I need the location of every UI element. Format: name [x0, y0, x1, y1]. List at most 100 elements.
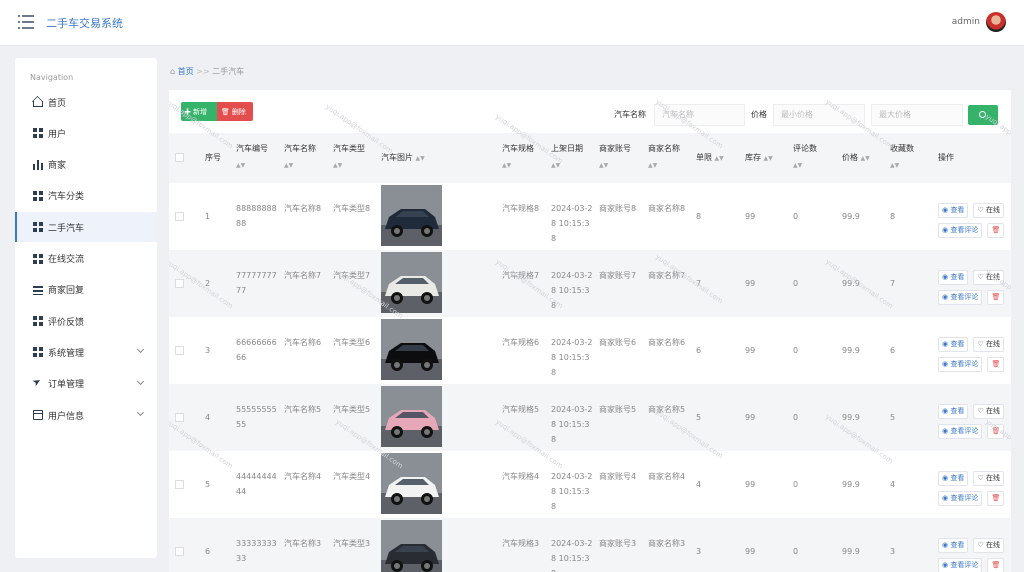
sidebar-item-10[interactable]: 用户信息: [15, 400, 157, 430]
col-type[interactable]: 汽车类型 ▲▼: [333, 141, 373, 174]
online-chat-button[interactable]: ♡ 在线: [973, 203, 1004, 218]
username[interactable]: admin: [952, 17, 980, 27]
row-checkbox[interactable]: [175, 480, 184, 489]
car-image[interactable]: [381, 520, 442, 572]
col-merchant[interactable]: 商家名称 ▲▼: [648, 141, 688, 174]
car-image[interactable]: [381, 386, 442, 447]
cell-account: 商家账号8: [599, 204, 637, 213]
col-image[interactable]: 汽车图片 ▲▼: [381, 150, 425, 167]
col-spec[interactable]: 汽车规格 ▲▼: [502, 141, 542, 174]
online-chat-button[interactable]: ♡ 在线: [973, 404, 1004, 419]
sidebar-item-6[interactable]: 商家回复: [15, 275, 157, 305]
view-comments-button[interactable]: ◉ 查看评论: [938, 558, 983, 572]
view-button[interactable]: ◉ 查看: [938, 538, 969, 553]
row-actions-2: ◉ 查看评论 🗑: [938, 552, 1005, 572]
view-comments-button[interactable]: ◉ 查看评论: [938, 223, 983, 238]
col-account[interactable]: 商家账号 ▲▼: [599, 141, 639, 174]
cell-seq: 3: [205, 346, 211, 355]
cell-account: 商家账号5: [599, 405, 637, 414]
add-button[interactable]: ✚ 新增: [181, 102, 217, 121]
delete-row-button[interactable]: 🗑: [987, 491, 1005, 506]
sidebar-item-0[interactable]: 首页: [15, 87, 157, 117]
car-image[interactable]: [381, 453, 442, 514]
sidebar-item-label: 商家回复: [48, 286, 85, 297]
row-checkbox[interactable]: [175, 279, 184, 288]
col-stock[interactable]: 库存 ▲▼: [745, 150, 773, 167]
col-comments[interactable]: 评论数 ▲▼: [793, 141, 833, 174]
row-checkbox[interactable]: [175, 413, 184, 422]
view-comments-button[interactable]: ◉ 查看评论: [938, 357, 983, 372]
cell-type: 汽车类型8: [333, 204, 371, 213]
cell-stock: 99: [745, 480, 756, 489]
online-chat-button[interactable]: ♡ 在线: [973, 471, 1004, 486]
cell-stock: 99: [745, 279, 756, 288]
col-fav[interactable]: 收藏数 ▲▼: [890, 141, 930, 174]
avatar[interactable]: [986, 12, 1006, 32]
col-name-label: 汽车名称: [284, 144, 316, 153]
view-comments-button[interactable]: ◉ 查看评论: [938, 491, 983, 506]
cell-fav: 8: [890, 212, 896, 221]
delete-row-button[interactable]: 🗑: [987, 290, 1005, 305]
col-code[interactable]: 汽车编号 ▲▼: [236, 141, 276, 174]
col-price[interactable]: 价格 ▲▼: [842, 150, 870, 167]
delete-row-button[interactable]: 🗑: [987, 424, 1005, 439]
sidebar-item-3[interactable]: 汽车分类: [15, 181, 157, 211]
sidebar-item-5[interactable]: 在线交流: [15, 244, 157, 274]
menu-toggle-icon[interactable]: [18, 15, 34, 29]
cell-code: 4444444444: [236, 472, 277, 496]
view-comments-button[interactable]: ◉ 查看评论: [938, 424, 983, 439]
cell-spec: 汽车规格4: [502, 472, 540, 481]
cell-code: 8888888888: [236, 204, 277, 228]
cell-unit: 7: [696, 279, 702, 288]
cell-stock: 99: [745, 547, 756, 556]
chevron-down-icon[interactable]: [136, 408, 145, 417]
search-button[interactable]: [968, 105, 998, 125]
delete-row-button[interactable]: 🗑: [987, 357, 1005, 372]
sidebar-item-4[interactable]: 二手汽车: [15, 212, 157, 243]
breadcrumb-home[interactable]: 首页: [178, 67, 194, 76]
col-type-label: 汽车类型: [333, 144, 365, 153]
sidebar-item-7[interactable]: 评价反馈: [15, 306, 157, 336]
view-button[interactable]: ◉ 查看: [938, 471, 969, 486]
trash-icon: 🗑: [991, 293, 1001, 301]
col-unit[interactable]: 单限 ▲▼: [696, 150, 724, 167]
select-all-checkbox[interactable]: [175, 153, 184, 162]
col-name[interactable]: 汽车名称 ▲▼: [284, 141, 324, 174]
view-button[interactable]: ◉ 查看: [938, 270, 969, 285]
delete-row-button[interactable]: 🗑: [987, 223, 1005, 238]
row-checkbox[interactable]: [175, 212, 184, 221]
heart-icon: ♡: [977, 407, 984, 415]
cell-account: 商家账号3: [599, 539, 637, 548]
sidebar-item-2[interactable]: 商家: [15, 150, 157, 180]
view-label: 查看: [950, 407, 965, 415]
view-button[interactable]: ◉ 查看: [938, 404, 969, 419]
chevron-down-icon[interactable]: [136, 346, 145, 354]
car-image[interactable]: [381, 185, 442, 246]
online-chat-button[interactable]: ♡ 在线: [973, 337, 1004, 352]
min-price-input[interactable]: 最小价格: [773, 104, 865, 126]
eye-icon: ◉: [942, 561, 949, 569]
row-checkbox[interactable]: [175, 346, 184, 355]
delete-button[interactable]: 🗑 删除: [217, 102, 253, 121]
max-price-input[interactable]: 最大价格: [871, 104, 963, 126]
sidebar-item-9[interactable]: 订单管理: [15, 369, 157, 399]
sidebar-item-1[interactable]: 用户: [15, 118, 157, 148]
name-search-input[interactable]: 汽车名称: [654, 104, 745, 126]
col-date[interactable]: 上架日期 ▲▼: [551, 141, 591, 174]
view-comments-button[interactable]: ◉ 查看评论: [938, 290, 983, 305]
view-comments-label: 查看评论: [950, 427, 979, 435]
view-button[interactable]: ◉ 查看: [938, 337, 969, 352]
delete-row-button[interactable]: 🗑: [987, 558, 1005, 572]
cell-date: 2024-03-28 10:15:38: [551, 338, 593, 377]
view-button[interactable]: ◉ 查看: [938, 203, 969, 218]
online-chat-button[interactable]: ♡ 在线: [973, 538, 1004, 553]
online-chat-button[interactable]: ♡ 在线: [973, 270, 1004, 285]
sidebar-item-8[interactable]: 系统管理: [15, 337, 157, 367]
main-panel: ✚ 新增 🗑 删除 汽车名称 汽车名称 价格 最小价格 最大价格 序号 汽车编号…: [169, 90, 1011, 572]
car-image[interactable]: [381, 252, 442, 313]
trash-icon: 🗑: [991, 427, 1001, 435]
car-image[interactable]: [381, 319, 442, 380]
row-checkbox[interactable]: [175, 547, 184, 556]
nav-heading: Navigation: [30, 73, 74, 82]
chevron-down-icon[interactable]: [136, 377, 145, 385]
